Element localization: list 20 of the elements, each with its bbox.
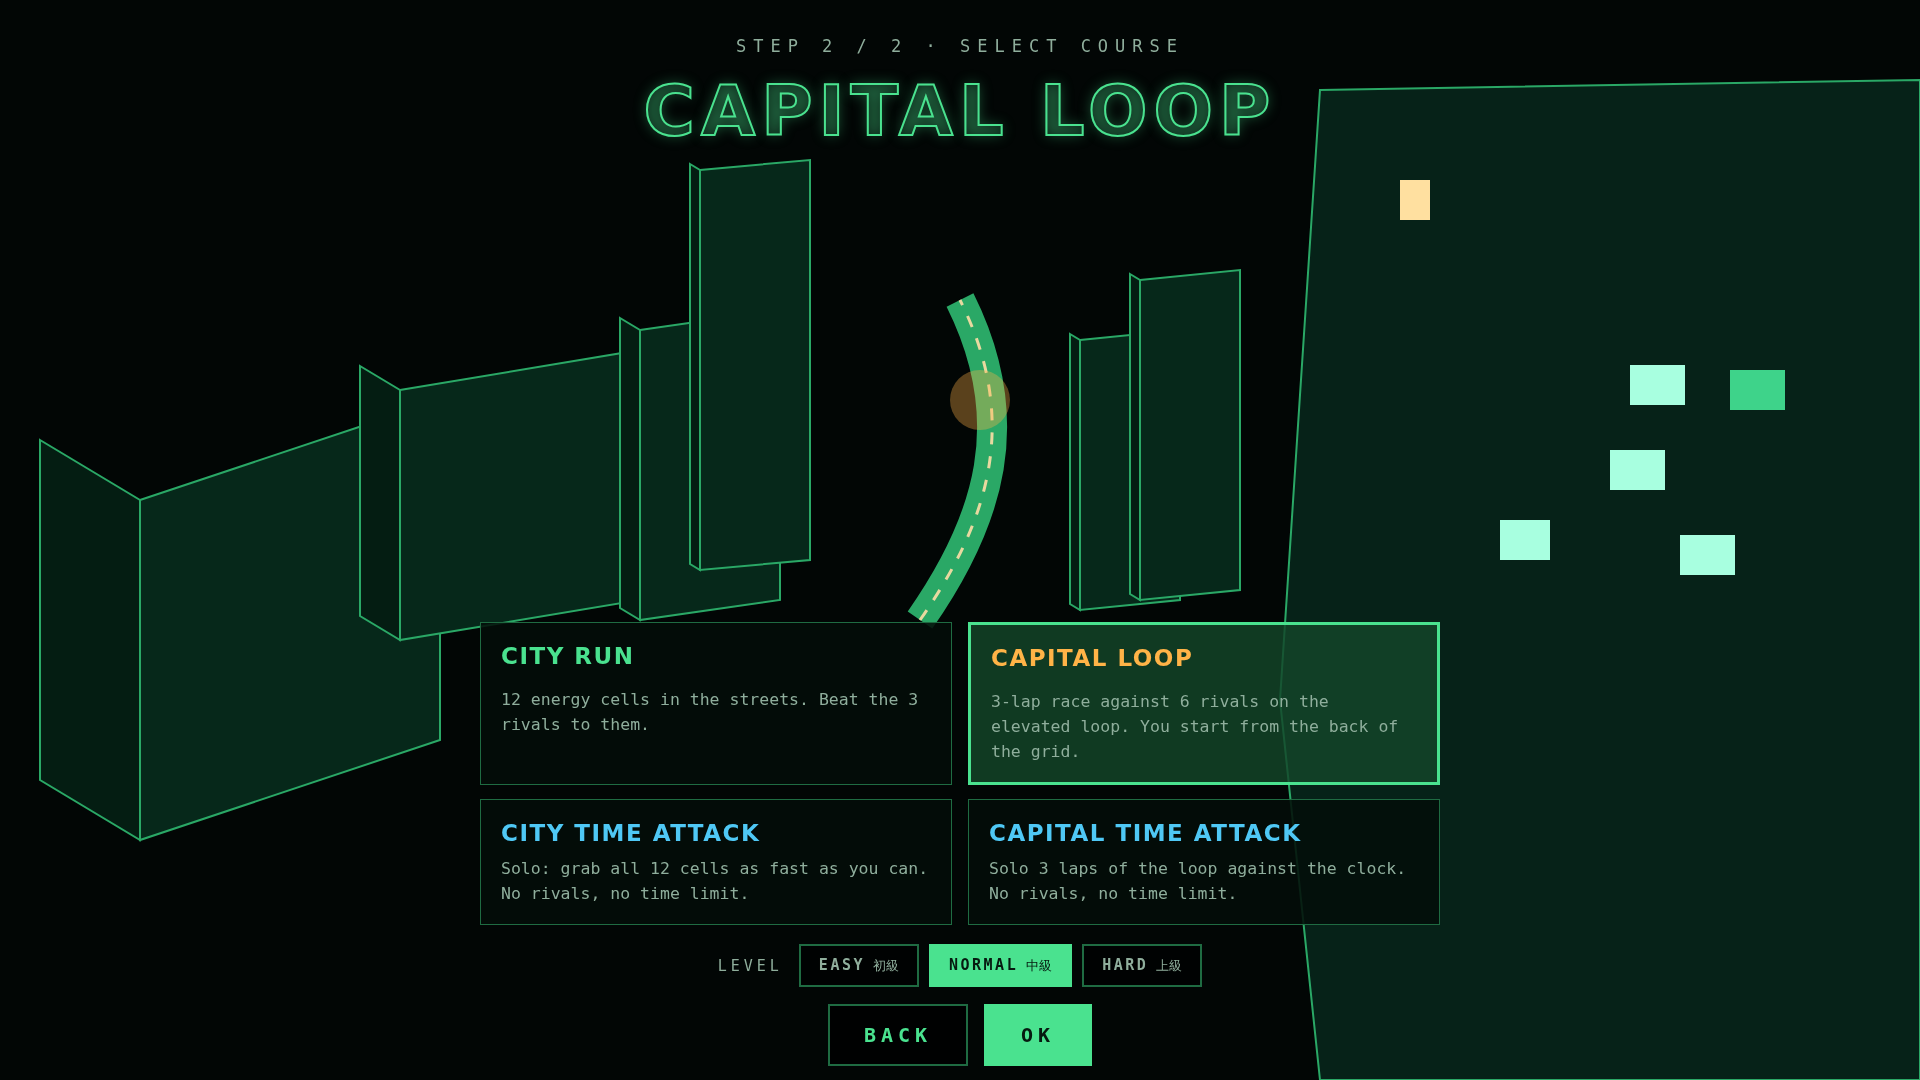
back-button[interactable]: BACK bbox=[828, 1004, 968, 1066]
course-description: Solo: grab all 12 cells as fast as you can. No rivals, no time limit. bbox=[501, 858, 930, 905]
course-description: 3-lap race against 6 rivals on the elevated loop. You start from the back of the grid. bbox=[991, 691, 1400, 763]
level-button[interactable]: HARD 上級 bbox=[1082, 944, 1203, 987]
step-indicator: STEP 2 / 2 · SELECT COURSE bbox=[735, 36, 1185, 56]
course-name: CAPITAL TIME ATTACK bbox=[989, 820, 1303, 846]
course-card[interactable]: CITY TIME ATTACK Solo: grab all 12 cells as fast as you can. No rivals, no time limit. bbox=[480, 799, 952, 925]
course-card[interactable]: CITY RUN 12 energy cells in the streets. Beat the 3 rivals to them. bbox=[480, 622, 952, 785]
course-card[interactable]: CAPITAL LOOP 3-lap race against 6 rivals on the elevated loop. You start from the back of the grid. bbox=[968, 622, 1440, 785]
ok-button[interactable]: OK bbox=[984, 1004, 1092, 1066]
level-label: LEVEL bbox=[717, 956, 783, 975]
course-description: 12 energy cells in the streets. Beat the 3 rivals to them. bbox=[501, 689, 920, 736]
course-title: CAPITAL LOOP bbox=[643, 70, 1277, 152]
course-name: CAPITAL LOOP bbox=[991, 645, 1195, 671]
level-button[interactable]: NORMAL 中級 bbox=[929, 944, 1073, 987]
course-name: CITY TIME ATTACK bbox=[501, 820, 762, 846]
level-button[interactable]: EASY 初級 bbox=[798, 944, 919, 987]
course-card[interactable]: CAPITAL TIME ATTACK Solo 3 laps of the loop against the clock. No rivals, no time limit. bbox=[968, 799, 1440, 925]
course-description: Solo 3 laps of the loop against the clock. No rivals, no time limit. bbox=[989, 858, 1408, 905]
course-name: CITY RUN bbox=[501, 643, 636, 669]
